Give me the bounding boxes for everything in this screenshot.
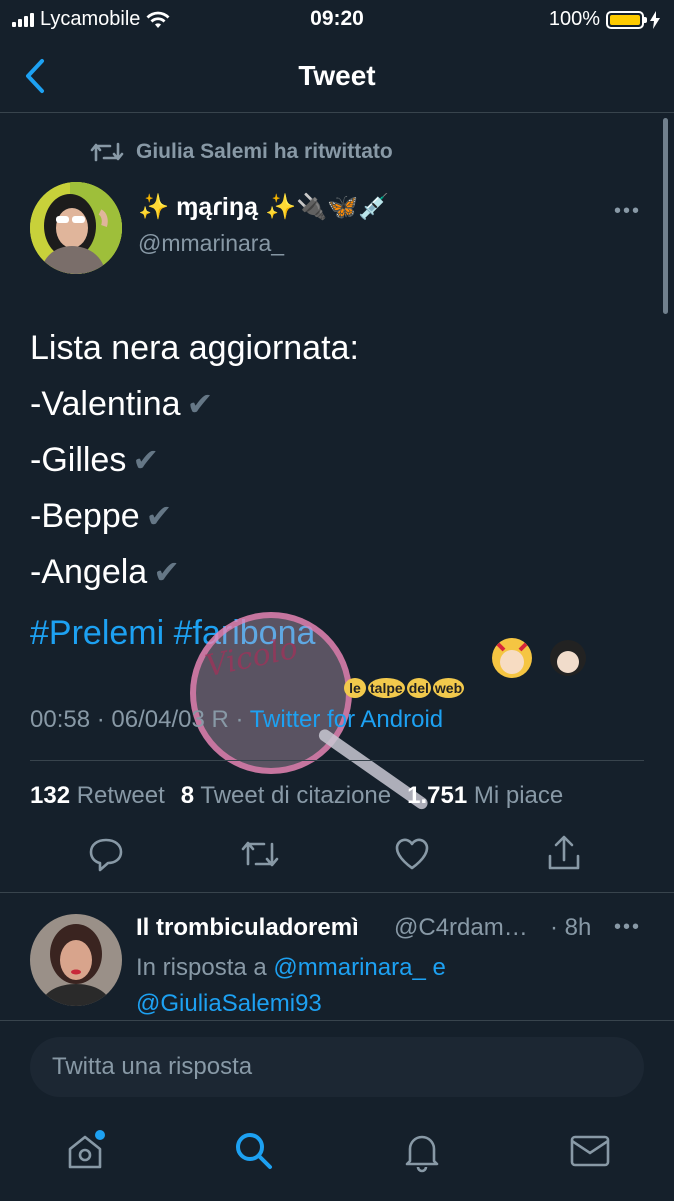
reply-icon[interactable]	[88, 834, 124, 874]
tweet-line-text: -Valentina	[30, 385, 181, 423]
author-handle[interactable]: @mmarinara_	[138, 230, 284, 257]
tweet-line: -Angela ✔	[30, 544, 359, 600]
retweets-count: 132	[30, 782, 71, 809]
nav-bar: Tweet	[0, 42, 674, 113]
tweet-actions	[0, 834, 674, 878]
retweet-banner[interactable]: Giulia Salemi ha ritwittato	[90, 140, 393, 164]
author-avatar[interactable]	[30, 182, 122, 274]
share-icon[interactable]	[546, 834, 582, 874]
tweet-meta: 00:58 · 06/04/03 R · Twitter for Android	[30, 706, 443, 734]
reply-conjunction: e	[432, 954, 446, 981]
status-bar: Lycamobile 09:20 100%	[0, 0, 674, 38]
battery-percent: 100%	[548, 8, 600, 30]
tab-home-icon[interactable]	[64, 1129, 108, 1173]
charging-bolt-icon	[650, 10, 660, 29]
check-icon: ✔	[145, 498, 173, 534]
retweet-action-icon[interactable]	[240, 834, 280, 874]
retweet-banner-text: Giulia Salemi ha ritwittato	[136, 140, 393, 163]
tweet-line-text: -Angela	[30, 553, 148, 591]
tweet-line-text: Lista nera aggiornata:	[30, 329, 359, 367]
quotes-count: 8	[180, 782, 195, 809]
scrollbar[interactable]	[663, 118, 668, 314]
reply-author-handle[interactable]: @C4rdam…	[394, 914, 528, 942]
mention-link[interactable]: @GiuliaSalemi93	[136, 990, 322, 1017]
tweet-line: -Gilles ✔	[30, 432, 359, 488]
retweets-label: Retweet	[76, 782, 165, 809]
reply-time: · 8h	[550, 914, 592, 941]
watermark-cartoon	[492, 638, 586, 678]
reply-more-options-icon[interactable]: •••	[614, 916, 641, 939]
tweet-stats: 132 Retweet 8 Tweet di citazione 1.751 M…	[30, 782, 563, 810]
check-icon: ✔	[186, 386, 214, 422]
tweet-text: Lista nera aggiornata: -Valentina ✔ -Gil…	[30, 320, 359, 600]
mention-link[interactable]: @mmarinara_	[273, 954, 425, 981]
battery-icon	[606, 10, 647, 29]
author-name[interactable]: ✨ ɱąɾiŋą ✨🔌🦋💉	[138, 193, 390, 222]
reply-input[interactable]: Twitta una risposta	[30, 1037, 644, 1097]
tab-messages-icon[interactable]	[568, 1129, 612, 1173]
divider	[30, 760, 644, 761]
page-title: Tweet	[298, 60, 376, 91]
divider	[0, 892, 674, 893]
more-options-icon[interactable]: •••	[614, 200, 641, 223]
tweet-line: Lista nera aggiornata:	[30, 320, 359, 376]
tab-search-icon[interactable]	[232, 1129, 276, 1173]
tweet-timestamp: 00:58 · 06/04/03 R ·	[30, 706, 244, 733]
tweet-line-text: -Gilles	[30, 441, 127, 479]
tab-bar	[0, 1129, 674, 1189]
reply-context: In risposta a @mmarinara_ e @GiuliaSalem…	[136, 950, 446, 1022]
retweet-icon	[90, 142, 124, 162]
likes-label: Mi piace	[473, 782, 564, 809]
tweet-line: -Valentina ✔	[30, 376, 359, 432]
reply-avatar[interactable]	[30, 914, 122, 1006]
likes-count: 1.751	[407, 782, 468, 809]
tweet-line-text: -Beppe	[30, 497, 140, 535]
watermark-banner: le talpe del web	[344, 678, 465, 698]
check-icon: ✔	[153, 554, 181, 590]
reply-prefix: In risposta a	[136, 954, 267, 981]
battery-status: 100%	[549, 8, 660, 31]
like-icon[interactable]	[394, 834, 430, 874]
bottom-panel: Twitta una risposta	[0, 1020, 674, 1201]
tab-notifications-icon[interactable]	[400, 1129, 444, 1173]
tweet-source-link[interactable]: Twitter for Android	[250, 706, 443, 733]
tweet-line: -Beppe ✔	[30, 488, 359, 544]
retweets-stat[interactable]: 132 Retweet	[30, 782, 165, 810]
quotes-stat[interactable]: 8 Tweet di citazione	[181, 782, 391, 810]
likes-stat[interactable]: 1.751 Mi piace	[407, 782, 563, 810]
reply-author-name[interactable]: Il trombiculadoremì	[136, 914, 359, 942]
quotes-label: Tweet di citazione	[200, 782, 392, 809]
check-icon: ✔	[132, 442, 160, 478]
